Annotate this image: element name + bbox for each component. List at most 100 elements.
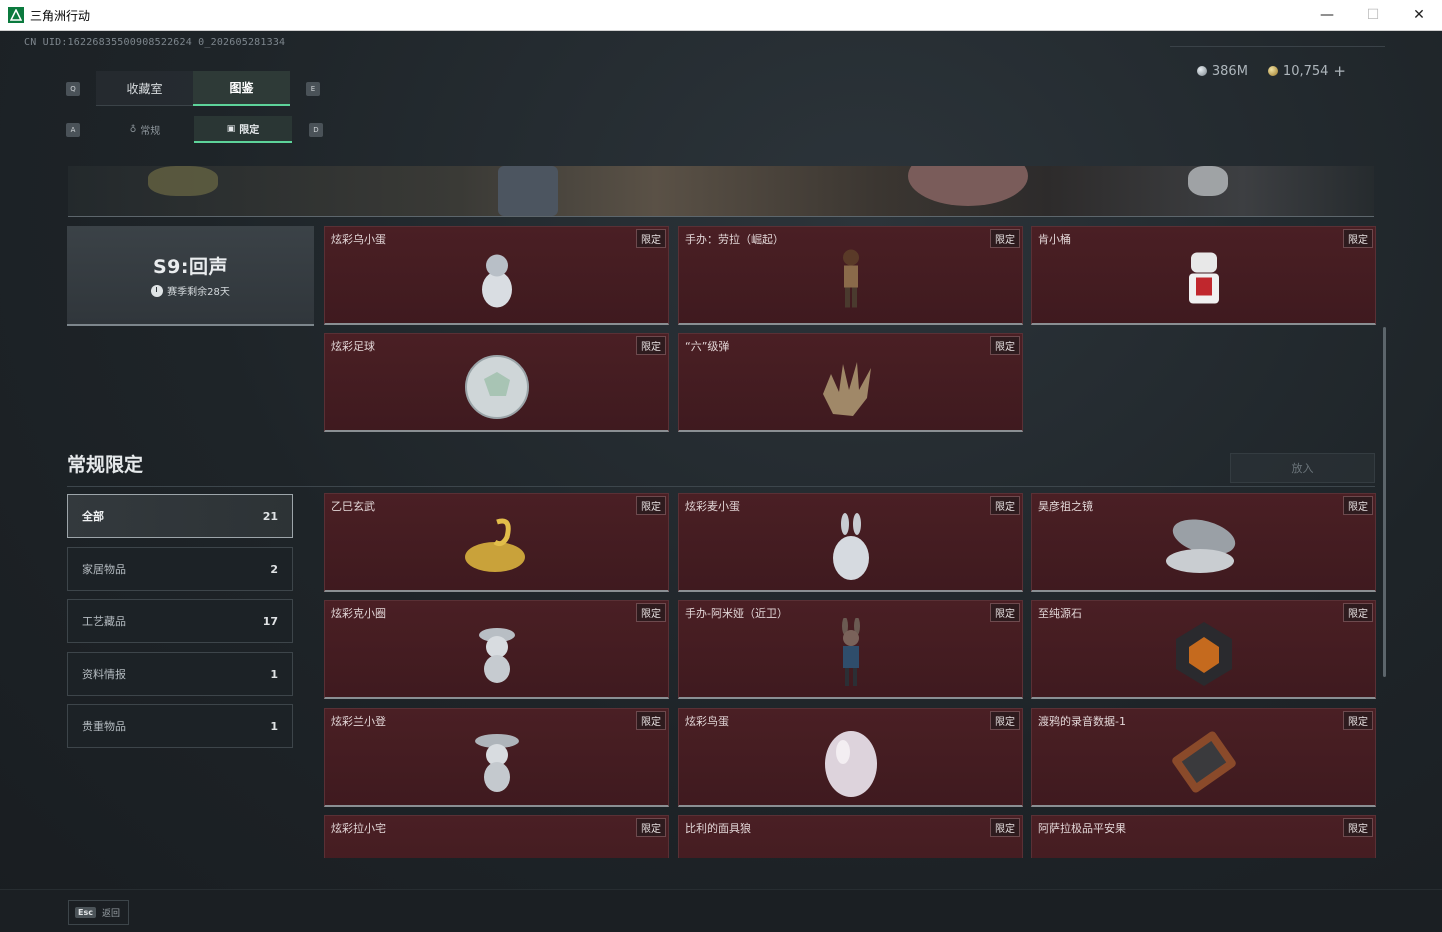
item-name: 炫彩兰小登 bbox=[331, 715, 386, 728]
season-card[interactable]: S9:回声 赛季剩余28天 bbox=[67, 226, 314, 326]
season-banner-image bbox=[68, 166, 1374, 217]
category-count: 2 bbox=[270, 562, 278, 576]
category-count: 17 bbox=[262, 614, 278, 628]
wolf-mask-icon bbox=[831, 851, 871, 858]
category-all[interactable]: 全部 21 bbox=[67, 494, 293, 538]
item-card[interactable]: 至纯源石 限定 bbox=[1031, 600, 1376, 699]
figurine-icon bbox=[842, 249, 859, 308]
limited-tag: 限定 bbox=[1343, 603, 1373, 622]
football-icon bbox=[464, 354, 529, 419]
minimize-button[interactable]: — bbox=[1304, 0, 1350, 30]
limited-tag: 限定 bbox=[636, 229, 666, 248]
item-name: 炫彩鸟蛋 bbox=[685, 715, 729, 728]
limited-tag: 限定 bbox=[636, 818, 666, 837]
limited-tag: 限定 bbox=[990, 229, 1020, 248]
recorder-device-icon bbox=[1171, 731, 1236, 793]
item-card[interactable]: 比利的面具狼 限定 bbox=[678, 815, 1023, 858]
iridescent-egg-icon bbox=[824, 730, 877, 797]
item-name: 乙巳玄武 bbox=[331, 500, 375, 513]
footer-bar: Esc 返回 bbox=[0, 889, 1442, 932]
season-title: S9:回声 bbox=[152, 256, 228, 278]
limited-tag: 限定 bbox=[990, 818, 1020, 837]
item-card[interactable]: 阿萨拉极品平安果 限定 bbox=[1031, 815, 1376, 858]
item-card[interactable]: 炫彩克小圈 限定 bbox=[324, 600, 669, 699]
window-title-bar: 三角洲行动 — ☐ ✕ bbox=[0, 0, 1442, 31]
put-in-button[interactable]: 放入 bbox=[1230, 453, 1375, 483]
clock-icon bbox=[151, 284, 164, 297]
bunny-egg-icon bbox=[832, 512, 869, 580]
item-name: 昊彦祖之镜 bbox=[1038, 500, 1093, 513]
item-name: 肯小桶 bbox=[1038, 233, 1071, 246]
hat-figure-icon bbox=[478, 627, 515, 683]
item-name: 比利的面具狼 bbox=[685, 822, 751, 835]
section-divider bbox=[67, 486, 1375, 487]
category-label: 资料情报 bbox=[82, 668, 126, 681]
sombrero-figure-icon bbox=[474, 733, 519, 792]
category-household[interactable]: 家居物品 2 bbox=[67, 547, 293, 591]
item-name: 阿萨拉极品平安果 bbox=[1038, 822, 1126, 835]
item-name: 炫彩足球 bbox=[331, 340, 375, 353]
glove-icon bbox=[822, 361, 871, 416]
scrollbar[interactable] bbox=[1383, 327, 1386, 677]
compact-mirror-icon bbox=[1165, 519, 1235, 573]
item-name: 渡鸦的录音数据-1 bbox=[1038, 715, 1126, 728]
category-label: 贵重物品 bbox=[82, 720, 126, 733]
limited-tag: 限定 bbox=[990, 711, 1020, 730]
limited-tag: 限定 bbox=[1343, 711, 1373, 730]
item-card[interactable]: 昊彦祖之镜 限定 bbox=[1031, 493, 1376, 592]
item-card[interactable]: 渡鸦的录音数据-1 限定 bbox=[1031, 708, 1376, 807]
category-intel[interactable]: 资料情报 1 bbox=[67, 652, 293, 696]
limited-tag: 限定 bbox=[1343, 229, 1373, 248]
category-crafts[interactable]: 工艺藏品 17 bbox=[67, 599, 293, 643]
item-card[interactable]: 肯小桶 限定 bbox=[1031, 226, 1376, 325]
category-count: 21 bbox=[262, 509, 278, 523]
category-label: 全部 bbox=[82, 510, 104, 523]
limited-tag: 限定 bbox=[1343, 818, 1373, 837]
item-card[interactable]: 乙巳玄武 限定 bbox=[324, 493, 669, 592]
golden-turtle-icon bbox=[464, 518, 525, 572]
limited-tag: 限定 bbox=[990, 336, 1020, 355]
item-name: 炫彩拉小宅 bbox=[331, 822, 386, 835]
app-logo-icon bbox=[8, 7, 24, 23]
limited-tag: 限定 bbox=[990, 496, 1020, 515]
maximize-button[interactable]: ☐ bbox=[1350, 0, 1396, 30]
item-card[interactable]: 炫彩拉小宅 限定 bbox=[324, 815, 669, 858]
figure-icon bbox=[477, 851, 517, 858]
limited-tag: 限定 bbox=[636, 603, 666, 622]
limited-tag: 限定 bbox=[636, 711, 666, 730]
section-title: 常规限定 bbox=[67, 454, 144, 476]
close-button[interactable]: ✕ bbox=[1396, 0, 1442, 30]
item-card[interactable]: 炫彩麦小蛋 限定 bbox=[678, 493, 1023, 592]
season-remaining: 赛季剩余28天 bbox=[151, 283, 230, 298]
item-card[interactable]: 手办：劳拉（崛起） 限定 bbox=[678, 226, 1023, 325]
item-card[interactable]: 炫彩足球 限定 bbox=[324, 333, 669, 432]
item-card[interactable]: 炫彩乌小蛋 限定 bbox=[324, 226, 669, 325]
item-card[interactable]: 手办-阿米娅（近卫） 限定 bbox=[678, 600, 1023, 699]
item-name: 炫彩麦小蛋 bbox=[685, 500, 740, 513]
back-button[interactable]: Esc 返回 bbox=[68, 900, 129, 925]
item-name: 炫彩乌小蛋 bbox=[331, 233, 386, 246]
apple-icon bbox=[1169, 851, 1239, 858]
amiya-figure-icon bbox=[841, 617, 860, 686]
egg-figure-icon bbox=[481, 254, 512, 308]
item-card[interactable]: 炫彩鸟蛋 限定 bbox=[678, 708, 1023, 807]
item-name: 至纯源石 bbox=[1038, 607, 1082, 620]
category-count: 1 bbox=[270, 719, 278, 733]
limited-tag: 限定 bbox=[636, 496, 666, 515]
esc-key-hint: Esc bbox=[75, 907, 96, 918]
item-name: “六”级弹 bbox=[685, 340, 730, 353]
item-name: 手办：劳拉（崛起） bbox=[685, 233, 784, 246]
originium-stone-icon bbox=[1175, 621, 1232, 686]
item-card[interactable]: 炫彩兰小登 限定 bbox=[324, 708, 669, 807]
limited-tag: 限定 bbox=[990, 603, 1020, 622]
back-label: 返回 bbox=[101, 909, 120, 919]
window-title: 三角洲行动 bbox=[30, 8, 91, 23]
category-label: 家居物品 bbox=[82, 563, 126, 576]
game-viewport: CN UID:16226835500908522624 0_2026052813… bbox=[0, 31, 1442, 932]
scroll-content[interactable]: S9:回声 赛季剩余28天 炫彩乌小蛋 限定 手办：劳拉（崛起） 限定 肯小桶 … bbox=[0, 31, 1442, 858]
category-label: 工艺藏品 bbox=[82, 615, 126, 628]
category-valuables[interactable]: 贵重物品 1 bbox=[67, 704, 293, 748]
limited-tag: 限定 bbox=[636, 336, 666, 355]
item-card[interactable]: “六”级弹 限定 bbox=[678, 333, 1023, 432]
limited-tag: 限定 bbox=[1343, 496, 1373, 515]
